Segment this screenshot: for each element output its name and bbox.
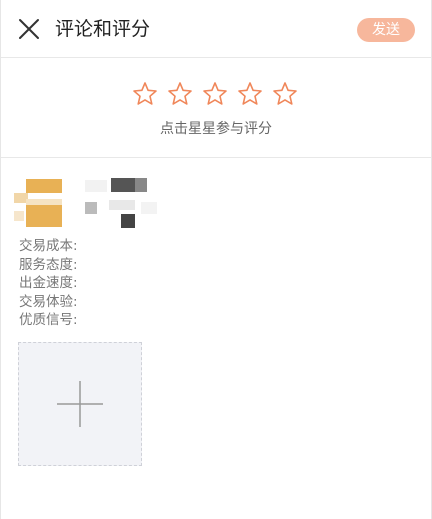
criteria-item: 服务态度:	[19, 256, 78, 273]
criteria-item: 优质信号:	[19, 312, 78, 328]
close-button[interactable]	[16, 16, 42, 42]
star-icon[interactable]	[132, 81, 158, 107]
criteria-item: 交易体验:	[19, 293, 78, 310]
star-rating[interactable]	[132, 81, 298, 107]
header-bar: 评论和评分 发送	[1, 0, 431, 58]
rating-section: 点击星星参与评分	[1, 58, 431, 158]
send-button[interactable]: 发送	[357, 18, 415, 42]
page-title: 评论和评分	[55, 18, 151, 40]
criteria-item: 交易成本:	[19, 238, 78, 254]
star-icon[interactable]	[202, 81, 228, 107]
add-photo-button[interactable]	[18, 342, 142, 466]
criteria-item: 出金速度:	[19, 275, 78, 291]
star-icon[interactable]	[237, 81, 263, 107]
star-icon[interactable]	[167, 81, 193, 107]
merchant-name	[85, 178, 157, 228]
plus-icon	[57, 381, 103, 427]
close-icon	[19, 19, 39, 39]
merchant-avatar	[14, 179, 74, 229]
review-page: 评论和评分 发送 点击星星参与评分 交易成本: 服务态度: 出金速度: 交易体验…	[0, 0, 432, 519]
rating-hint: 点击星星参与评分	[160, 121, 272, 137]
criteria-list: 交易成本: 服务态度: 出金速度: 交易体验: 优质信号:	[19, 237, 78, 330]
star-icon[interactable]	[272, 81, 298, 107]
